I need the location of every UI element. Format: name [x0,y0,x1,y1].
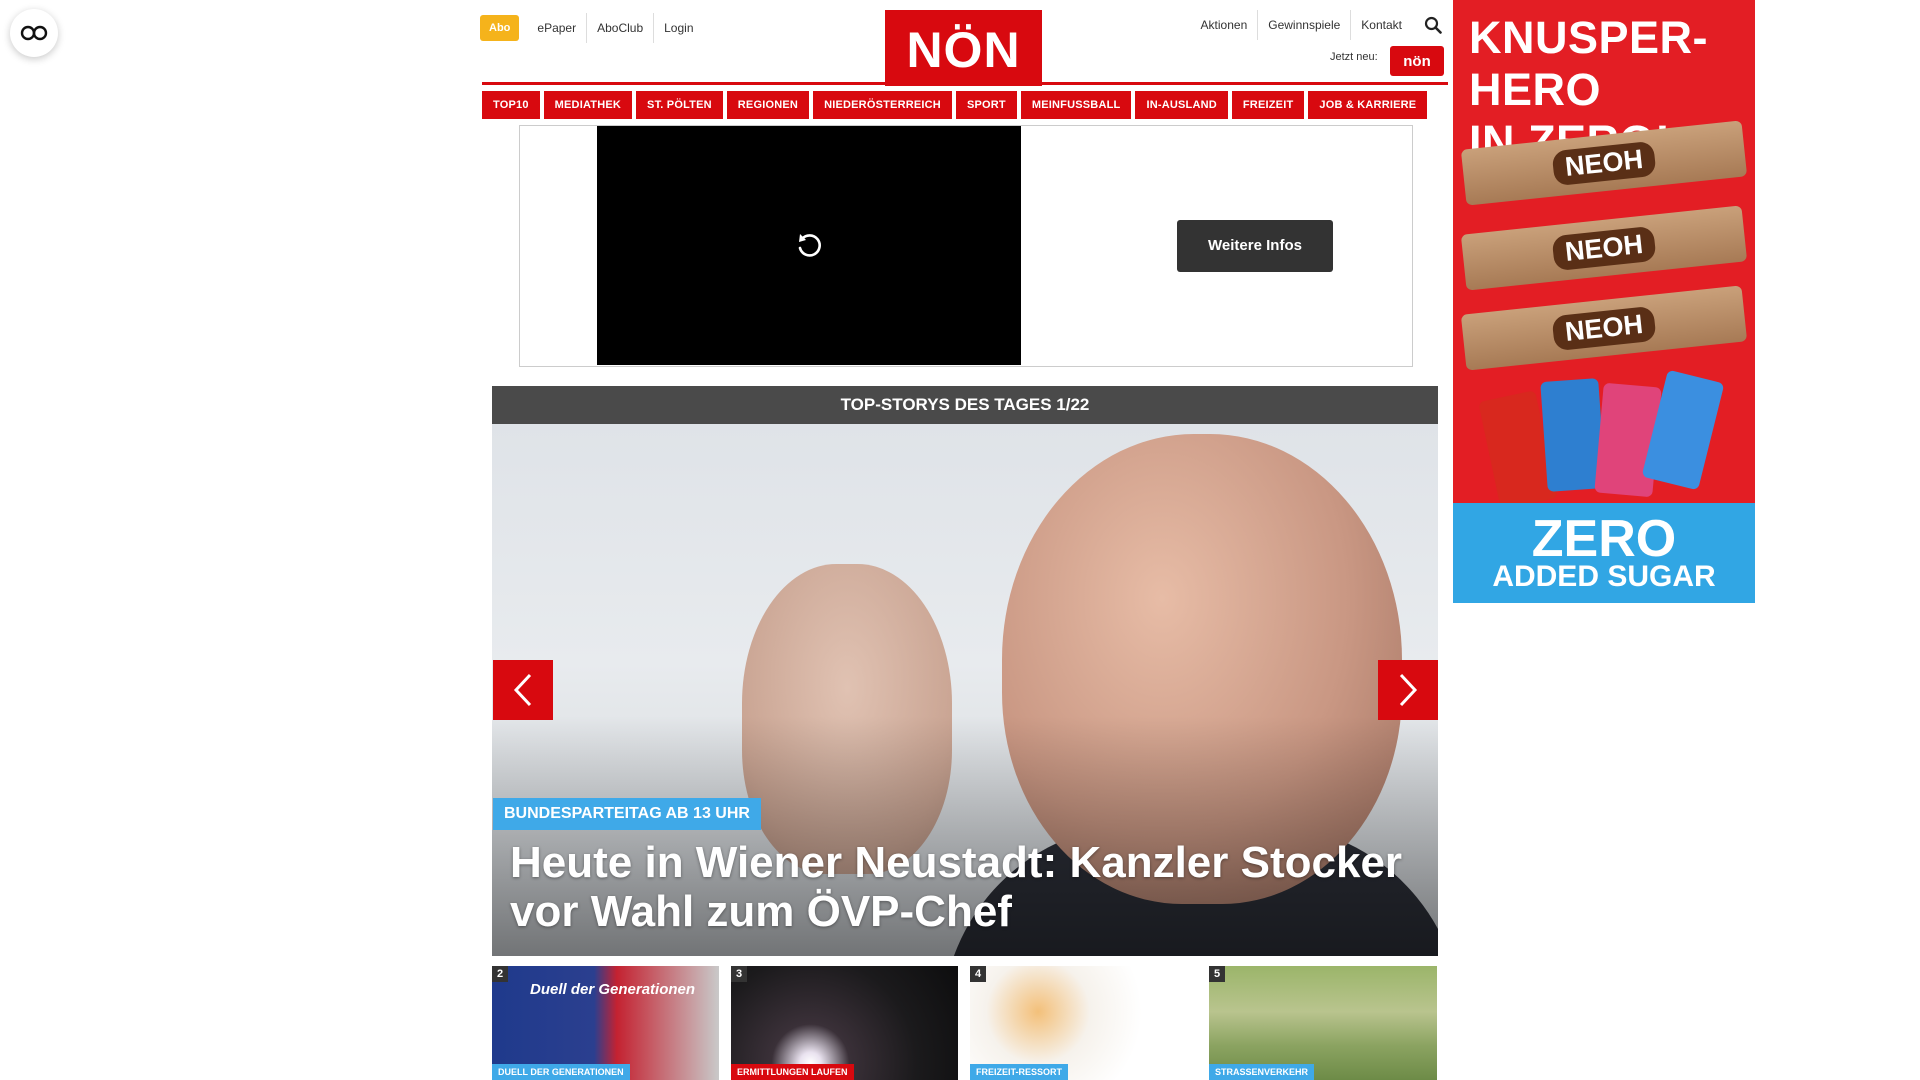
ad-headline-line-1: KNUSPER-HERO [1469,12,1709,115]
epaper-link[interactable]: ePaper [527,13,586,43]
carousel-prev-button[interactable] [493,660,553,720]
ad-sugar-text: ADDED SUGAR [1492,560,1716,593]
story-thumb-2[interactable]: Duell der Generationen 2 DUELL DER GENER… [492,966,719,1080]
thumb-number: 4 [970,966,986,982]
video-ad-player[interactable] [597,126,1021,365]
nav-item-meinfussball[interactable]: MEINFUSSBALL [1020,91,1132,119]
thumb-number: 2 [492,966,508,982]
hero-headline[interactable]: Heute in Wiener Neustadt: Kanzler Stocke… [510,838,1430,936]
nav-item-mediathek[interactable]: MEDIATHEK [543,91,633,119]
story-thumb-4[interactable]: 4 FREIZEIT-RESSORT [970,966,1197,1080]
story-thumb-5[interactable]: 5 STRASSENVERKEHR [1209,966,1437,1080]
aktionen-link[interactable]: Aktionen [1191,10,1258,40]
nav-item-job-karriere[interactable]: JOB & KARRIERE [1308,91,1428,119]
jetzt-neu-label: Jetzt neu: [1330,51,1378,63]
gewinnspiele-link[interactable]: Gewinnspiele [1257,10,1350,40]
header-meta-right: Aktionen Gewinnspiele Kontakt [1191,10,1444,40]
chevron-right-icon [1399,673,1418,707]
thumb-overlay-title: Duell der Generationen [530,981,696,998]
nav-item-top10[interactable]: TOP10 [482,91,540,119]
replay-icon[interactable] [794,231,824,261]
site-logo[interactable]: NÖN [885,10,1042,86]
aboclub-link[interactable]: AboClub [586,13,653,43]
nav-item-sport[interactable]: SPORT [955,91,1017,119]
kontakt-link[interactable]: Kontakt [1350,10,1412,40]
thumb-category-tag: FREIZEIT-RESSORT [970,1064,1069,1080]
story-thumb-3[interactable]: 3 ERMITTLUNGEN LAUFEN [731,966,958,1080]
ad-product-bar: NEOH [1460,285,1748,371]
nav-item-niederoesterreich[interactable]: NIEDERÖSTERREICH [813,91,952,119]
main-nav: TOP10 MEDIATHEK ST. PÖLTEN REGIONEN NIED… [482,91,1448,119]
thumb-number: 5 [1209,966,1225,982]
weitere-infos-button[interactable]: Weitere Infos [1177,220,1333,272]
thumb-category-tag: STRASSENVERKEHR [1209,1064,1315,1080]
nav-item-freizeit[interactable]: FREIZEIT [1231,91,1305,119]
carousel-next-button[interactable] [1378,660,1438,720]
thumb-category-tag: DUELL DER GENERATIONEN [492,1064,630,1080]
ad-product-packs [1478,369,1725,510]
jetzt-neu-badge[interactable]: nön [1390,46,1444,76]
nav-item-st-poelten[interactable]: ST. PÖLTEN [636,91,723,119]
glasses-icon [20,25,48,41]
accessibility-button[interactable] [10,9,58,57]
hero-category-tag[interactable]: BUNDESPARTEITAG AB 13 UHR [493,798,761,830]
nav-item-in-ausland[interactable]: IN-AUSLAND [1135,91,1228,119]
thumb-category-tag: ERMITTLUNGEN LAUFEN [731,1064,854,1080]
ad-product-bar: NEOH [1460,205,1748,291]
search-icon[interactable] [1422,14,1444,36]
top-stories-header: TOP-STORYS DES TAGES 1/22 [492,386,1438,424]
thumb-number: 3 [731,966,747,982]
login-link[interactable]: Login [653,13,703,43]
header-divider [482,82,1448,85]
nav-item-regionen[interactable]: REGIONEN [726,91,810,119]
side-banner-ad[interactable]: KNUSPER-HERO IN ZERO! NEOH NEOH NEOH ZER… [1453,0,1755,603]
abo-button[interactable]: Abo [480,15,520,41]
chevron-left-icon [513,673,532,707]
header-meta-left: Abo ePaper AboClub Login [480,13,704,43]
